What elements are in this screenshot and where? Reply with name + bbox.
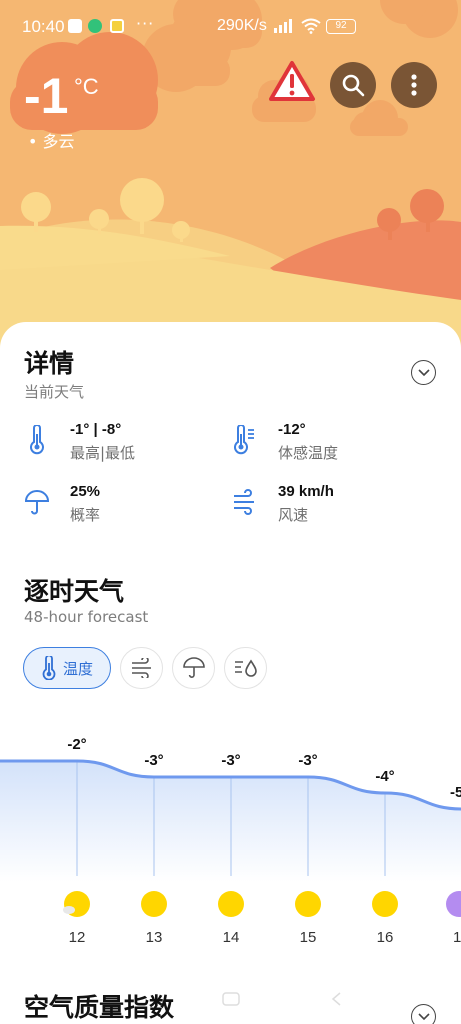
search-button[interactable] — [330, 62, 376, 108]
umbrella-icon — [24, 490, 50, 515]
chevron-down-icon — [417, 1012, 430, 1020]
hourly-temperature-chart: -2° -3° -3° -3° -4° -5 12 13 14 15 16 1 — [0, 736, 461, 946]
wind-icon — [131, 658, 151, 678]
air-quality-expand-button[interactable] — [411, 1004, 436, 1024]
wifi-icon — [301, 18, 321, 34]
hour-temp-label: -2° — [67, 736, 86, 753]
precipitation-value: 25% — [70, 483, 101, 500]
temperature-unit: °C — [74, 74, 99, 99]
sun-icon — [218, 891, 244, 917]
hour-label: 12 — [69, 929, 86, 946]
thermometer-icon — [30, 425, 44, 455]
details-subtitle: 当前天气 — [24, 383, 85, 401]
hour-label: 13 — [146, 929, 163, 946]
tab-temperature[interactable]: 温度 — [23, 647, 111, 689]
thermometer-icon — [42, 656, 56, 680]
humidity-icon — [234, 659, 257, 677]
current-condition: • 多云 — [28, 132, 75, 151]
cloud-icon — [63, 906, 75, 914]
moon-icon — [446, 891, 461, 917]
notification-icon — [68, 19, 82, 33]
details-expand-button[interactable] — [411, 360, 436, 385]
chevron-down-icon — [417, 368, 430, 376]
high-low-label: 最高|最低 — [70, 444, 136, 462]
sun-icon — [372, 891, 398, 917]
wind-label: 风速 — [278, 506, 309, 524]
wind-icon — [234, 489, 254, 515]
hour-temp-label: -3° — [221, 752, 240, 769]
detail-high-low: -1° | -8° 最高|最低 — [24, 421, 224, 465]
current-temperature: -1 — [24, 68, 69, 124]
app-badge-icon — [110, 19, 124, 33]
status-time: 10:40 — [22, 17, 65, 36]
detail-feels-like: -12° 体感温度 — [232, 421, 432, 465]
detail-precipitation: 25% 概率 — [24, 483, 224, 527]
shield-app-icon — [88, 19, 102, 33]
tab-precipitation[interactable] — [172, 647, 215, 689]
umbrella-icon — [182, 657, 205, 678]
precipitation-label: 概率 — [70, 506, 101, 524]
tab-wind[interactable] — [120, 647, 163, 689]
hour-temp-label: -3° — [144, 752, 163, 769]
nav-back-hint-icon — [331, 992, 341, 1006]
nav-home-hint-icon — [222, 992, 240, 1006]
network-speed: 290K/s — [217, 17, 267, 34]
more-notifications-icon: ··· — [136, 14, 155, 33]
feels-like-icon — [234, 425, 254, 455]
air-quality-title: 空气质量指数 — [24, 993, 175, 1022]
details-title: 详情 — [24, 349, 75, 378]
search-icon — [342, 74, 365, 97]
tab-humidity[interactable] — [224, 647, 267, 689]
hourly-subtitle: 48-hour forecast — [24, 608, 149, 626]
hour-temp-label: -4° — [375, 768, 394, 785]
hour-label: 14 — [223, 929, 240, 946]
hour-label: 1 — [453, 929, 461, 946]
battery-indicator: 92 — [326, 19, 356, 34]
hour-label: 16 — [377, 929, 394, 946]
more-vertical-icon — [411, 74, 417, 96]
detail-wind: 39 km/h 风速 — [232, 483, 432, 527]
hour-temp-label: -5 — [450, 784, 461, 801]
feels-like-label: 体感温度 — [278, 444, 339, 462]
high-low-value: -1° | -8° — [70, 421, 122, 438]
hour-label: 15 — [300, 929, 317, 946]
hourly-title: 逐时天气 — [24, 577, 125, 606]
signal-icon — [274, 19, 292, 33]
wind-value: 39 km/h — [278, 483, 334, 500]
sun-icon — [141, 891, 167, 917]
more-menu-button[interactable] — [391, 62, 437, 108]
tab-temperature-label: 温度 — [62, 659, 93, 678]
feels-like-value: -12° — [278, 421, 306, 438]
hour-temp-label: -3° — [298, 752, 317, 769]
sun-icon — [295, 891, 321, 917]
weather-alert-button[interactable] — [268, 59, 316, 103]
status-bar: 10:40 ··· 290K/s 92 — [0, 0, 461, 56]
alert-triangle-icon — [269, 61, 315, 101]
